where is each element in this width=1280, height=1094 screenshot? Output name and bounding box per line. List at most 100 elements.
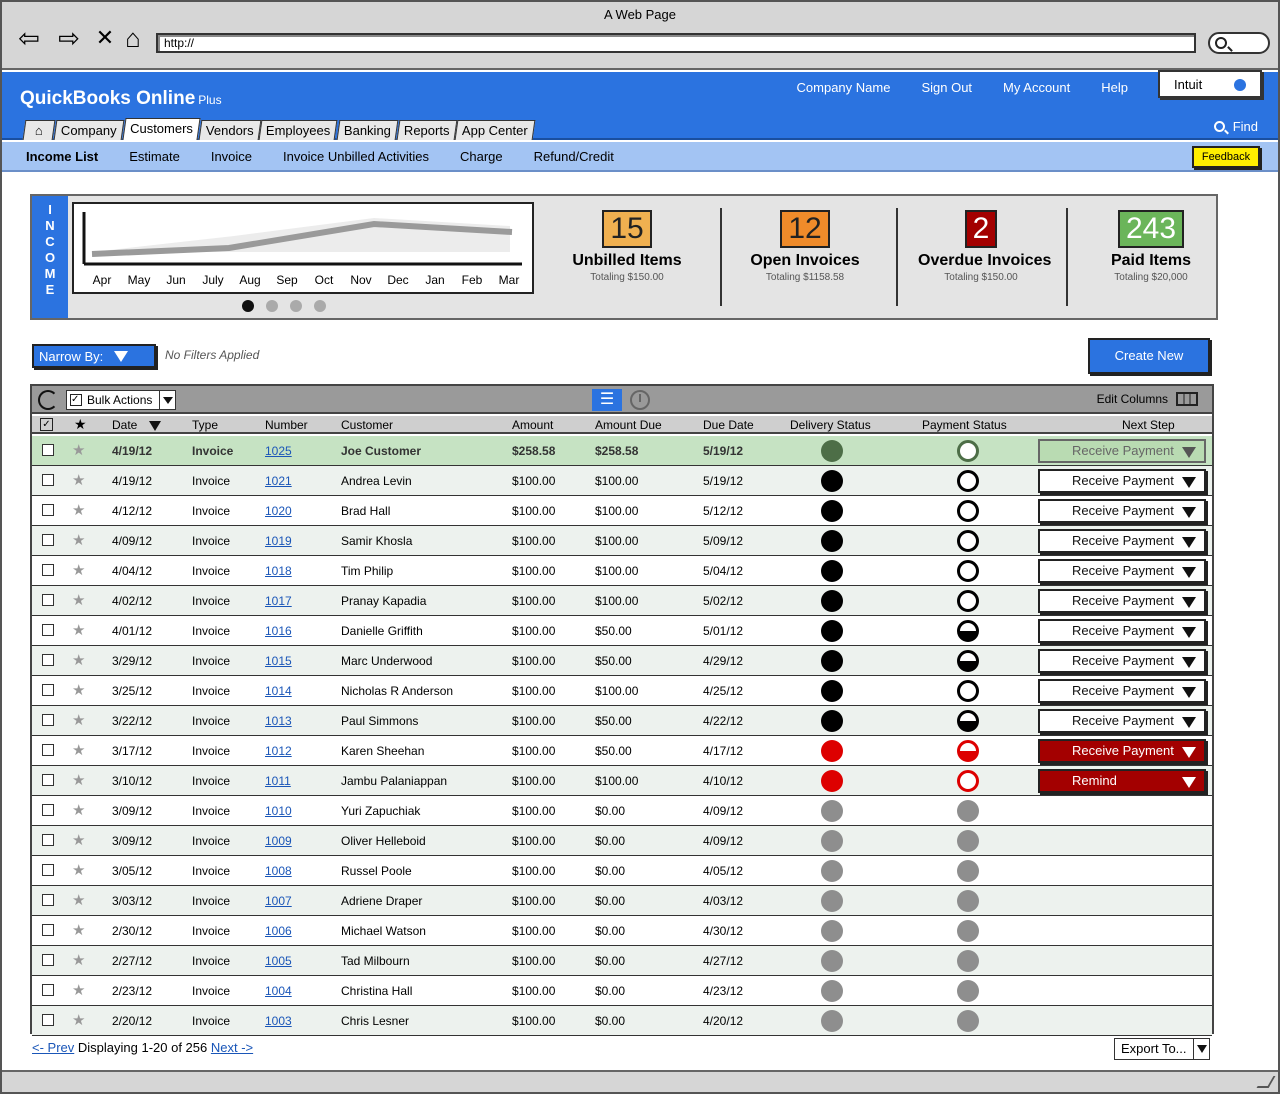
cell-number-link[interactable]: 1003 <box>265 1014 292 1028</box>
col-amount-due[interactable]: Amount Due <box>595 418 662 432</box>
next-step-dropdown[interactable]: Receive Payment <box>1038 439 1206 463</box>
resize-grip-icon[interactable] <box>1256 1076 1276 1088</box>
star-icon[interactable]: ★ <box>72 501 85 519</box>
next-page-link[interactable]: Next -> <box>211 1040 253 1055</box>
cell-number-link[interactable]: 1007 <box>265 894 292 908</box>
help-link[interactable]: Help <box>1101 80 1128 95</box>
carousel-dot[interactable] <box>242 300 254 312</box>
url-input[interactable]: http:// <box>156 33 1196 53</box>
col-type[interactable]: Type <box>192 418 218 432</box>
star-icon[interactable]: ★ <box>72 531 85 549</box>
company-name-link[interactable]: Company Name <box>797 80 891 95</box>
carousel-dot[interactable] <box>290 300 302 312</box>
sign-out-link[interactable]: Sign Out <box>921 80 972 95</box>
next-step-dropdown[interactable]: Receive Payment <box>1038 529 1206 553</box>
cell-number-link[interactable]: 1020 <box>265 504 292 518</box>
subnav-invoice[interactable]: Invoice <box>211 149 252 164</box>
table-row[interactable]: ★ 2/20/12 Invoice 1003 Chris Lesner $100.00 $0… <box>32 1006 1212 1036</box>
row-checkbox[interactable] <box>42 654 54 666</box>
star-icon[interactable]: ★ <box>72 711 85 729</box>
table-row[interactable]: ★ 4/19/12 Invoice 1025 Joe Customer $258.58 $2… <box>32 436 1212 466</box>
cell-number-link[interactable]: 1006 <box>265 924 292 938</box>
table-row[interactable]: ★ 2/27/12 Invoice 1005 Tad Milbourn $100.00 $0… <box>32 946 1212 976</box>
table-row[interactable]: ★ 4/09/12 Invoice 1019 Samir Khosla $100.00 $1… <box>32 526 1212 556</box>
star-icon[interactable]: ★ <box>72 831 85 849</box>
next-step-dropdown[interactable]: Receive Payment <box>1038 649 1206 673</box>
carousel-dot[interactable] <box>314 300 326 312</box>
cell-number-link[interactable]: 1004 <box>265 984 292 998</box>
narrow-by-button[interactable]: Narrow By: <box>32 344 156 368</box>
table-row[interactable]: ★ 3/25/12 Invoice 1014 Nicholas R Anderson $1… <box>32 676 1212 706</box>
next-step-dropdown[interactable]: Receive Payment <box>1038 469 1206 493</box>
intuit-button[interactable]: Intuit <box>1158 70 1262 98</box>
col-next-step[interactable]: Next Step <box>1122 418 1175 432</box>
table-row[interactable]: ★ 3/03/12 Invoice 1007 Adriene Draper $100.00… <box>32 886 1212 916</box>
cell-number-link[interactable]: 1025 <box>265 444 292 458</box>
subnav-charge[interactable]: Charge <box>460 149 503 164</box>
subnav-estimate[interactable]: Estimate <box>129 149 180 164</box>
row-checkbox[interactable] <box>42 864 54 876</box>
row-checkbox[interactable] <box>42 834 54 846</box>
row-checkbox[interactable] <box>42 984 54 996</box>
table-row[interactable]: ★ 3/29/12 Invoice 1015 Marc Underwood $100.00… <box>32 646 1212 676</box>
star-icon[interactable]: ★ <box>72 561 85 579</box>
home-icon[interactable]: ⌂ <box>118 23 148 53</box>
next-step-dropdown[interactable]: Receive Payment <box>1038 589 1206 613</box>
row-checkbox[interactable] <box>42 1014 54 1026</box>
subnav-income-list[interactable]: Income List <box>26 149 98 164</box>
tab-app-center[interactable]: App Center <box>454 120 536 140</box>
brand-logo[interactable]: QuickBooks Online Plus <box>20 88 222 110</box>
prev-page-link[interactable]: <- Prev <box>32 1040 74 1055</box>
next-step-dropdown[interactable]: Receive Payment <box>1038 559 1206 583</box>
col-customer[interactable]: Customer <box>341 418 393 432</box>
star-icon[interactable]: ★ <box>72 891 85 909</box>
star-icon[interactable]: ★ <box>72 771 85 789</box>
tab-employees[interactable]: Employees <box>258 120 338 140</box>
row-checkbox[interactable] <box>42 954 54 966</box>
tab-vendors[interactable]: Vendors <box>198 120 261 140</box>
star-icon[interactable]: ★ <box>72 681 85 699</box>
star-icon[interactable]: ★ <box>72 471 85 489</box>
tab-company[interactable]: Company <box>53 120 125 140</box>
star-icon[interactable]: ★ <box>72 921 85 939</box>
table-row[interactable]: ★ 3/17/12 Invoice 1012 Karen Sheehan $100.00 $… <box>32 736 1212 766</box>
row-checkbox[interactable] <box>42 714 54 726</box>
cell-number-link[interactable]: 1021 <box>265 474 292 488</box>
next-step-dropdown[interactable]: Receive Payment <box>1038 739 1206 763</box>
stat-overdue[interactable]: 2 Overdue Invoices Totaling $150.00 <box>918 210 1051 283</box>
table-row[interactable]: ★ 2/30/12 Invoice 1006 Michael Watson $100.00… <box>32 916 1212 946</box>
tab-banking[interactable]: Banking <box>336 120 398 140</box>
edit-columns-button[interactable]: Edit Columns <box>1097 392 1198 406</box>
col-delivery-status[interactable]: Delivery Status <box>790 418 871 432</box>
subnav-refund-credit[interactable]: Refund/Credit <box>534 149 614 164</box>
refresh-icon[interactable] <box>38 390 58 410</box>
stat-paid-items[interactable]: 243 Paid Items Totaling $20,000 <box>1096 210 1206 283</box>
stat-unbilled[interactable]: 15 Unbilled Items Totaling $150.00 <box>572 210 682 283</box>
star-icon[interactable]: ★ <box>72 861 85 879</box>
row-checkbox[interactable] <box>42 534 54 546</box>
cell-number-link[interactable]: 1015 <box>265 654 292 668</box>
forward-arrow-icon[interactable]: ⇨ <box>54 23 84 53</box>
table-row[interactable]: ★ 3/10/12 Invoice 1011 Jambu Palaniappan $100… <box>32 766 1212 796</box>
back-arrow-icon[interactable]: ⇦ <box>14 23 44 53</box>
next-step-dropdown[interactable]: Receive Payment <box>1038 679 1206 703</box>
table-row[interactable]: ★ 4/01/12 Invoice 1016 Danielle Griffith $100… <box>32 616 1212 646</box>
next-step-dropdown[interactable]: Receive Payment <box>1038 499 1206 523</box>
col-amount[interactable]: Amount <box>512 418 553 432</box>
carousel-dot[interactable] <box>266 300 278 312</box>
row-checkbox[interactable] <box>42 894 54 906</box>
row-checkbox[interactable] <box>42 624 54 636</box>
bulk-actions-dropdown[interactable]: ✓ Bulk Actions <box>66 390 176 410</box>
star-icon[interactable]: ★ <box>72 441 85 459</box>
cell-number-link[interactable]: 1005 <box>265 954 292 968</box>
star-header-icon[interactable]: ★ <box>74 416 87 433</box>
star-icon[interactable]: ★ <box>72 1011 85 1029</box>
tab-home[interactable]: ⌂ <box>22 120 56 140</box>
col-due-date[interactable]: Due Date <box>703 418 754 432</box>
table-row[interactable]: ★ 3/09/12 Invoice 1010 Yuri Zapuchiak $100.00… <box>32 796 1212 826</box>
close-icon[interactable]: ✕ <box>90 24 120 52</box>
star-icon[interactable]: ★ <box>72 591 85 609</box>
export-dropdown[interactable]: Export To... <box>1114 1038 1210 1060</box>
cell-number-link[interactable]: 1014 <box>265 684 292 698</box>
tab-customers[interactable]: Customers <box>122 118 201 140</box>
